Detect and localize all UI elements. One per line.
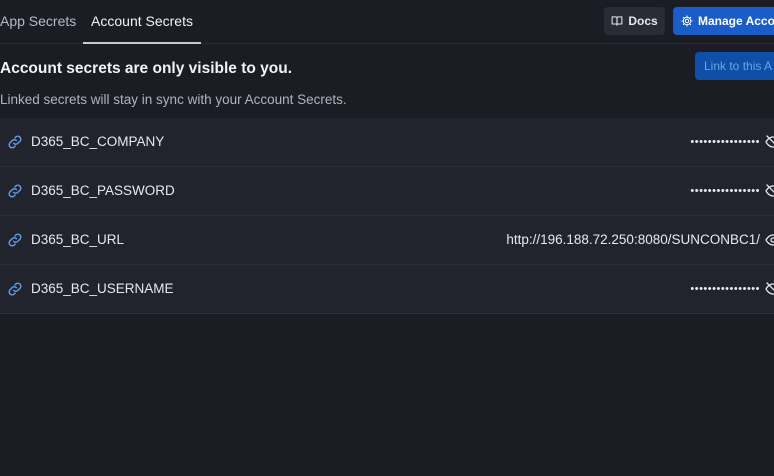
secret-value: •••••••••••••••• bbox=[690, 185, 760, 197]
secret-row[interactable]: D365_BC_PASSWORD •••••••••••••••• bbox=[0, 167, 774, 216]
secret-key: D365_BC_PASSWORD bbox=[31, 183, 175, 198]
page-subtitle: Linked secrets will stay in sync with yo… bbox=[0, 92, 347, 107]
secret-value: •••••••••••••••• bbox=[690, 136, 760, 148]
secret-key: D365_BC_COMPANY bbox=[31, 134, 165, 149]
eye-slash-icon[interactable] bbox=[765, 281, 774, 297]
secrets-list: D365_BC_COMPANY •••••••••••••••• D365_BC… bbox=[0, 118, 774, 314]
secret-key: D365_BC_USERNAME bbox=[31, 281, 174, 296]
docs-button[interactable]: Docs bbox=[604, 7, 665, 35]
eye-icon[interactable] bbox=[765, 232, 774, 248]
tab-account-secrets[interactable]: Account Secrets bbox=[83, 0, 201, 44]
eye-slash-icon[interactable] bbox=[765, 134, 774, 150]
account-secrets-pane: App Secrets Account Secrets Docs Manage … bbox=[0, 0, 774, 476]
link-icon bbox=[8, 282, 22, 296]
secret-row[interactable]: D365_BC_COMPANY •••••••••••••••• bbox=[0, 118, 774, 167]
secret-value: http://196.188.72.250:8080/SUNCONBC1/ bbox=[506, 232, 760, 247]
secret-key: D365_BC_URL bbox=[31, 232, 125, 247]
tab-bar: App Secrets Account Secrets Docs Manage … bbox=[0, 0, 774, 44]
secret-row[interactable]: D365_BC_URL http://196.188.72.250:8080/S… bbox=[0, 216, 774, 265]
link-icon bbox=[8, 184, 22, 198]
link-icon bbox=[8, 233, 22, 247]
secret-row[interactable]: D365_BC_USERNAME •••••••••••••••• bbox=[0, 265, 774, 314]
gear-icon bbox=[681, 15, 693, 27]
secret-value: •••••••••••••••• bbox=[690, 283, 760, 295]
link-to-app-button[interactable]: Link to this A bbox=[695, 52, 774, 80]
eye-slash-icon[interactable] bbox=[765, 183, 774, 199]
page-title: Account secrets are only visible to you. bbox=[0, 60, 293, 77]
book-icon bbox=[611, 16, 623, 26]
link-icon bbox=[8, 135, 22, 149]
docs-label: Docs bbox=[628, 14, 658, 28]
tab-app-secrets[interactable]: App Secrets bbox=[0, 0, 76, 43]
manage-label: Manage Accou bbox=[698, 14, 774, 28]
manage-account-secrets-button[interactable]: Manage Accou bbox=[673, 7, 774, 35]
